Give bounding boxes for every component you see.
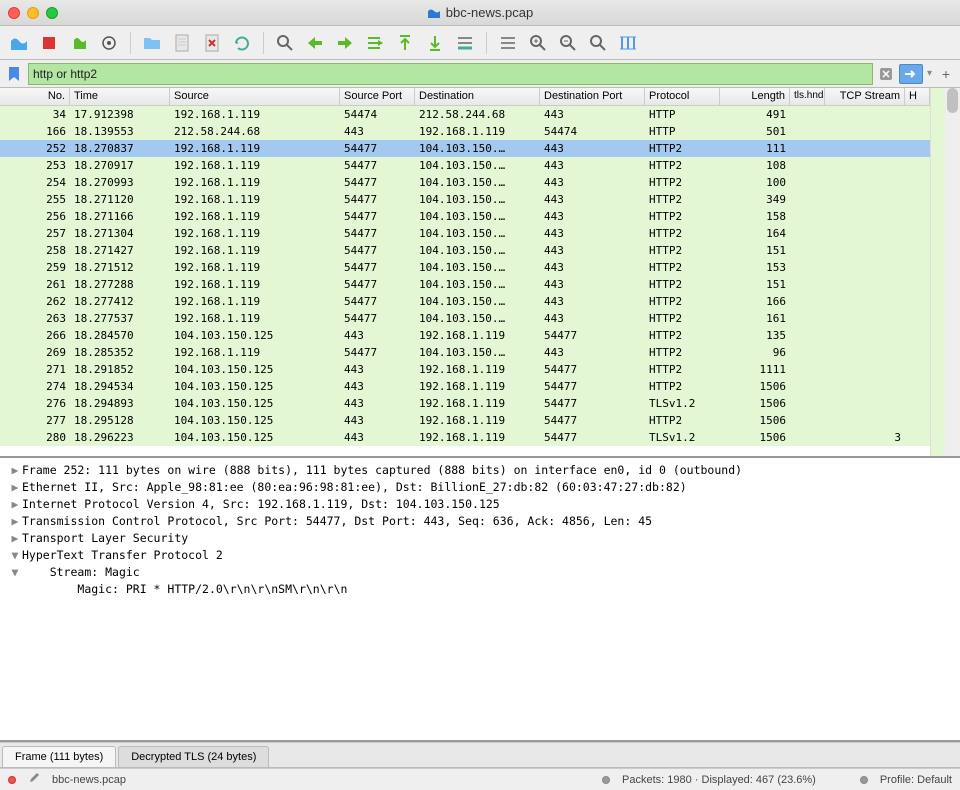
packet-row[interactable]: 25318.270917192.168.1.11954477104.103.15… (0, 157, 930, 174)
packet-row[interactable]: 27718.295128104.103.150.125443192.168.1.… (0, 412, 930, 429)
packet-row[interactable]: 25718.271304192.168.1.11954477104.103.15… (0, 225, 930, 242)
add-filter-button[interactable]: + (936, 64, 956, 84)
titlebar: bbc-news.pcap (0, 0, 960, 26)
capture-options-button[interactable] (96, 30, 122, 56)
save-file-button[interactable] (169, 30, 195, 56)
packet-row[interactable]: 25518.271120192.168.1.11954477104.103.15… (0, 191, 930, 208)
clear-filter-button[interactable] (877, 65, 895, 83)
display-filter-bar: ▾ + (0, 60, 960, 88)
detail-tree-item[interactable]: ▼HyperText Transfer Protocol 2 (8, 547, 952, 564)
byte-view-tabs: Frame (111 bytes) Decrypted TLS (24 byte… (0, 742, 960, 768)
go-back-button[interactable] (302, 30, 328, 56)
disclosure-closed-icon[interactable]: ▶ (8, 513, 22, 530)
status-bar: bbc-news.pcap Packets: 1980 · Displayed:… (0, 768, 960, 790)
wireshark-fin-icon (427, 6, 441, 20)
packet-row[interactable]: 26618.284570104.103.150.125443192.168.1.… (0, 327, 930, 344)
packet-list-header[interactable]: No. Time Source Source Port Destination … (0, 88, 930, 106)
reload-file-button[interactable] (229, 30, 255, 56)
detail-tree-item[interactable]: ▼ Stream: Magic (8, 564, 952, 581)
colorize-button[interactable] (495, 30, 521, 56)
resize-columns-button[interactable] (615, 30, 641, 56)
tab-frame-bytes[interactable]: Frame (111 bytes) (2, 746, 116, 767)
packet-details-pane[interactable]: ▶Frame 252: 111 bytes on wire (888 bits)… (0, 458, 960, 742)
packet-list-body[interactable]: 3417.912398192.168.1.11954474212.58.244.… (0, 106, 930, 456)
zoom-reset-button[interactable] (585, 30, 611, 56)
close-file-button[interactable] (199, 30, 225, 56)
expert-info-icon[interactable] (8, 776, 16, 784)
detail-tree-item[interactable]: ▶Transport Layer Security (8, 530, 952, 547)
status-file-label: bbc-news.pcap (52, 774, 126, 786)
packet-row[interactable]: 27418.294534104.103.150.125443192.168.1.… (0, 378, 930, 395)
find-packet-button[interactable] (272, 30, 298, 56)
packet-row[interactable]: 26918.285352192.168.1.11954477104.103.15… (0, 344, 930, 361)
go-forward-button[interactable] (332, 30, 358, 56)
detail-tree-item[interactable]: ▶Transmission Control Protocol, Src Port… (8, 513, 952, 530)
open-file-button[interactable] (139, 30, 165, 56)
packet-list-pane: No. Time Source Source Port Destination … (0, 88, 960, 458)
disclosure-closed-icon[interactable]: ▶ (8, 462, 22, 479)
zoom-out-button[interactable] (555, 30, 581, 56)
disclosure-open-icon[interactable]: ▼ (8, 547, 22, 564)
packet-row[interactable]: 25418.270993192.168.1.11954477104.103.15… (0, 174, 930, 191)
detail-tree-item[interactable]: ▶Frame 252: 111 bytes on wire (888 bits)… (8, 462, 952, 479)
go-to-first-packet-button[interactable] (392, 30, 418, 56)
packet-row[interactable]: 27118.291852104.103.150.125443192.168.1.… (0, 361, 930, 378)
packet-list-scrollbar[interactable] (945, 88, 960, 456)
disclosure-closed-icon[interactable]: ▶ (8, 479, 22, 496)
packet-row[interactable]: 25218.270837192.168.1.11954477104.103.15… (0, 140, 930, 157)
apply-filter-button[interactable] (899, 64, 923, 84)
packet-row[interactable]: 26118.277288192.168.1.11954477104.103.15… (0, 276, 930, 293)
status-packets-label: Packets: 1980 · Displayed: 467 (23.6%) (622, 774, 816, 786)
tab-decrypted-tls[interactable]: Decrypted TLS (24 bytes) (118, 746, 269, 767)
display-filter-input[interactable] (28, 63, 873, 85)
filter-dropdown-icon[interactable]: ▾ (927, 68, 932, 79)
main-toolbar (0, 26, 960, 60)
leaf-icon (8, 581, 22, 598)
restart-capture-button[interactable] (66, 30, 92, 56)
packet-minimap[interactable] (930, 88, 945, 456)
packet-row[interactable]: 26218.277412192.168.1.11954477104.103.15… (0, 293, 930, 310)
disclosure-open-icon[interactable]: ▼ (8, 564, 22, 581)
disclosure-closed-icon[interactable]: ▶ (8, 496, 22, 513)
auto-scroll-button[interactable] (452, 30, 478, 56)
go-to-packet-button[interactable] (362, 30, 388, 56)
go-to-last-packet-button[interactable] (422, 30, 448, 56)
window-title: bbc-news.pcap (0, 5, 960, 20)
detail-tree-item[interactable]: ▶Ethernet II, Src: Apple_98:81:ee (80:ea… (8, 479, 952, 496)
packet-row[interactable]: 25818.271427192.168.1.11954477104.103.15… (0, 242, 930, 259)
packet-row[interactable]: 16618.139553212.58.244.68443192.168.1.11… (0, 123, 930, 140)
detail-tree-item[interactable]: Magic: PRI * HTTP/2.0\r\n\r\nSM\r\n\r\n (8, 581, 952, 598)
packet-row[interactable]: 3417.912398192.168.1.11954474212.58.244.… (0, 106, 930, 123)
status-dot-icon (860, 776, 868, 784)
disclosure-closed-icon[interactable]: ▶ (8, 530, 22, 547)
stop-capture-button[interactable] (36, 30, 62, 56)
edit-capture-comment-icon[interactable] (28, 772, 40, 787)
detail-tree-item[interactable]: ▶Internet Protocol Version 4, Src: 192.1… (8, 496, 952, 513)
filter-bookmark-icon[interactable] (4, 64, 24, 84)
status-profile-label[interactable]: Profile: Default (880, 774, 952, 786)
packet-row[interactable]: 26318.277537192.168.1.11954477104.103.15… (0, 310, 930, 327)
packet-row[interactable]: 28018.296223104.103.150.125443192.168.1.… (0, 429, 930, 446)
status-dot-icon (602, 776, 610, 784)
zoom-in-button[interactable] (525, 30, 551, 56)
packet-row[interactable]: 27618.294893104.103.150.125443192.168.1.… (0, 395, 930, 412)
shark-fin-icon[interactable] (6, 30, 32, 56)
packet-row[interactable]: 25918.271512192.168.1.11954477104.103.15… (0, 259, 930, 276)
packet-row[interactable]: 25618.271166192.168.1.11954477104.103.15… (0, 208, 930, 225)
